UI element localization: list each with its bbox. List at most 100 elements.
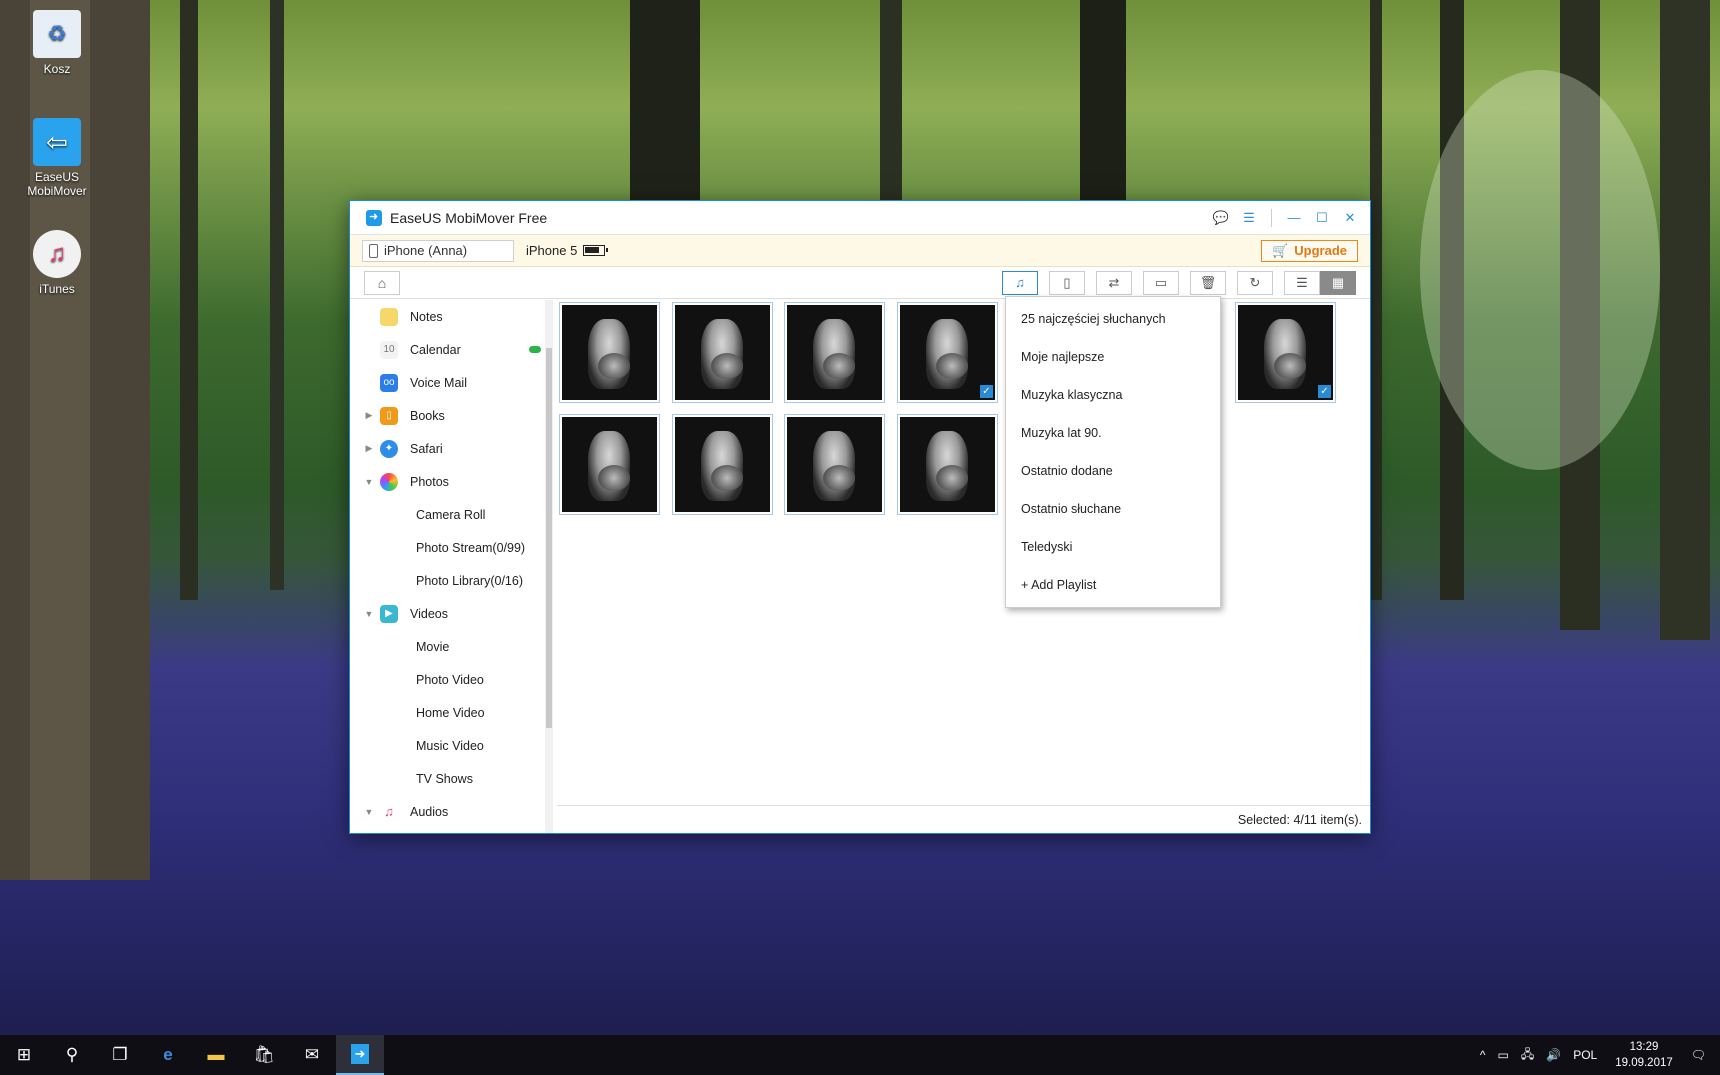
sidebar-item-label: Home Video bbox=[416, 705, 485, 720]
store-icon: 🛍 bbox=[253, 1045, 275, 1064]
mobimover-desktop-icon[interactable]: ⇦ EaseUS MobiMover bbox=[7, 118, 107, 198]
language-indicator[interactable]: POL bbox=[1573, 1048, 1597, 1062]
media-thumbnail[interactable] bbox=[897, 414, 998, 515]
task-view-button[interactable]: ❐ bbox=[96, 1035, 144, 1075]
store-taskbar-button[interactable]: 🛍 bbox=[240, 1035, 288, 1075]
cart-icon: 🛒 bbox=[1272, 242, 1289, 258]
titlebar-divider bbox=[1271, 208, 1272, 227]
sidebar-item-movie[interactable]: Movie bbox=[350, 630, 545, 663]
media-thumbnail[interactable] bbox=[559, 414, 660, 515]
transfer-to-computer-button[interactable]: ▭ bbox=[1143, 270, 1179, 295]
recycle-bin-desktop-icon[interactable]: ♻ Kosz bbox=[7, 10, 107, 76]
add-to-playlist-button[interactable]: ♫ bbox=[1002, 270, 1038, 295]
sidebar-item-notes[interactable]: Notes bbox=[350, 300, 545, 333]
sidebar-item-photo-library[interactable]: Photo Library(0/16) bbox=[350, 564, 545, 597]
checkbox-checked-icon[interactable]: ✓ bbox=[1318, 385, 1331, 398]
title-bar: EaseUS MobiMover Free 💬 ☰ — ☐ ✕ bbox=[350, 201, 1370, 235]
playlist-item[interactable]: Muzyka klasyczna bbox=[1006, 376, 1220, 414]
toolbar: ⌂ ♫ ▯ ⇄ ▭ 🗑 ↻ ☰ ▦ bbox=[350, 267, 1370, 299]
network-icon[interactable]: 🖧 bbox=[1521, 1045, 1534, 1066]
media-thumbnail[interactable] bbox=[672, 414, 773, 515]
sidebar-item-home-video[interactable]: Home Video bbox=[350, 696, 545, 729]
itunes-icon: ♫ bbox=[33, 230, 81, 278]
collapse-arrow-icon[interactable]: ▼ bbox=[362, 609, 376, 619]
explorer-taskbar-button[interactable]: ▬ bbox=[192, 1035, 240, 1075]
sidebar-item-tv-shows[interactable]: TV Shows bbox=[350, 762, 545, 795]
upgrade-button[interactable]: 🛒 Upgrade bbox=[1261, 239, 1358, 262]
playlist-item[interactable]: Ostatnio dodane bbox=[1006, 452, 1220, 490]
edge-taskbar-button[interactable]: e bbox=[144, 1035, 192, 1075]
playlist-dropdown: 25 najczęściej słuchanych Moje najlepsze… bbox=[1005, 296, 1221, 608]
home-button[interactable]: ⌂ bbox=[364, 270, 400, 295]
action-center-icon[interactable]: 🗨 bbox=[1691, 1048, 1706, 1062]
mail-taskbar-button[interactable]: ✉ bbox=[288, 1035, 336, 1075]
checkbox-checked-icon[interactable]: ✓ bbox=[980, 385, 993, 398]
media-thumbnail[interactable] bbox=[672, 302, 773, 403]
sidebar-item-videos[interactable]: ▼ ▶ Videos bbox=[350, 597, 545, 630]
list-view-button[interactable]: ☰ bbox=[1284, 270, 1320, 295]
collapse-arrow-icon[interactable]: ▼ bbox=[362, 807, 376, 817]
photos-icon bbox=[380, 472, 398, 491]
maximize-button[interactable]: ☐ bbox=[1308, 210, 1336, 226]
home-icon: ⌂ bbox=[377, 274, 387, 291]
playlist-item[interactable]: Muzyka lat 90. bbox=[1006, 414, 1220, 452]
show-hidden-icons-icon[interactable]: ^ bbox=[1480, 1048, 1486, 1062]
playlist-item[interactable]: Teledyski bbox=[1006, 528, 1220, 566]
mobimover-taskbar-button[interactable]: ➜ bbox=[336, 1035, 384, 1075]
trash-icon: 🗑 bbox=[1199, 274, 1217, 290]
device-transfer-icon: ⇄ bbox=[1108, 274, 1120, 290]
menu-icon[interactable]: ☰ bbox=[1235, 210, 1263, 226]
refresh-button[interactable]: ↻ bbox=[1237, 270, 1273, 295]
sidebar-item-label: Calendar bbox=[410, 342, 461, 357]
sidebar-item-audios[interactable]: ▼ ♫ Audios bbox=[350, 795, 545, 828]
close-button[interactable]: ✕ bbox=[1336, 210, 1364, 226]
safari-icon: ✦ bbox=[380, 439, 398, 458]
sidebar-item-music-video[interactable]: Music Video bbox=[350, 729, 545, 762]
power-icon[interactable]: ▭ bbox=[1498, 1048, 1509, 1062]
audios-icon: ♫ bbox=[384, 804, 394, 819]
scrollbar-thumb[interactable] bbox=[546, 348, 552, 728]
mail-icon: ✉ bbox=[304, 1045, 320, 1064]
desktop-icon-label: Kosz bbox=[43, 62, 71, 76]
expand-arrow-icon[interactable]: ▶ bbox=[362, 410, 376, 421]
recycle-bin-icon: ♻ bbox=[33, 10, 81, 58]
expand-arrow-icon[interactable]: ▶ bbox=[362, 443, 376, 454]
start-button[interactable]: ⊞ bbox=[0, 1035, 48, 1075]
sidebar-item-label: Camera Roll bbox=[416, 507, 486, 522]
grid-view-button[interactable]: ▦ bbox=[1320, 270, 1356, 295]
feedback-icon[interactable]: 💬 bbox=[1207, 210, 1235, 226]
refresh-icon: ↻ bbox=[1249, 274, 1261, 290]
sidebar-item-camera-roll[interactable]: Camera Roll bbox=[350, 498, 545, 531]
sidebar-item-calendar[interactable]: 10 Calendar bbox=[350, 333, 545, 366]
collapse-arrow-icon[interactable]: ▼ bbox=[362, 477, 376, 487]
device-selector[interactable]: iPhone (Anna) bbox=[362, 239, 514, 262]
sidebar-item-voice-mail[interactable]: oo Voice Mail bbox=[350, 366, 545, 399]
add-playlist-button[interactable]: + Add Playlist bbox=[1006, 566, 1220, 604]
edge-icon: e bbox=[163, 1045, 173, 1064]
calendar-icon: 10 bbox=[380, 340, 398, 359]
sidebar-item-photos[interactable]: ▼ Photos bbox=[350, 465, 545, 498]
playlist-item[interactable]: Moje najlepsze bbox=[1006, 338, 1220, 376]
transfer-between-devices-button[interactable]: ⇄ bbox=[1096, 270, 1132, 295]
sidebar-item-photo-video[interactable]: Photo Video bbox=[350, 663, 545, 696]
sidebar-item-photo-stream[interactable]: Photo Stream(0/99) bbox=[350, 531, 545, 564]
clock[interactable]: 13:29 19.09.2017 bbox=[1615, 1039, 1673, 1071]
playlist-item[interactable]: 25 najczęściej słuchanych bbox=[1006, 300, 1220, 338]
media-thumbnail[interactable] bbox=[559, 302, 660, 403]
media-thumbnail[interactable]: ✓ bbox=[1235, 302, 1336, 403]
delete-button[interactable]: 🗑 bbox=[1190, 270, 1226, 295]
playlist-item[interactable]: Ostatnio słuchane bbox=[1006, 490, 1220, 528]
sidebar-scrollbar[interactable] bbox=[545, 300, 553, 833]
media-thumbnail[interactable] bbox=[784, 302, 885, 403]
search-button[interactable]: ⚲ bbox=[48, 1035, 96, 1075]
sidebar-item-safari[interactable]: ▶ ✦ Safari bbox=[350, 432, 545, 465]
transfer-to-device-button[interactable]: ▯ bbox=[1049, 270, 1085, 295]
minimize-button[interactable]: — bbox=[1280, 210, 1308, 225]
clock-date: 19.09.2017 bbox=[1615, 1057, 1673, 1069]
sidebar-item-books[interactable]: ▶ ▯ Books bbox=[350, 399, 545, 432]
itunes-desktop-icon[interactable]: ♫ iTunes bbox=[7, 230, 107, 296]
media-thumbnail[interactable]: ✓ bbox=[897, 302, 998, 403]
books-icon: ▯ bbox=[380, 406, 398, 425]
media-thumbnail[interactable] bbox=[784, 414, 885, 515]
volume-icon[interactable]: 🔊 bbox=[1546, 1048, 1561, 1062]
